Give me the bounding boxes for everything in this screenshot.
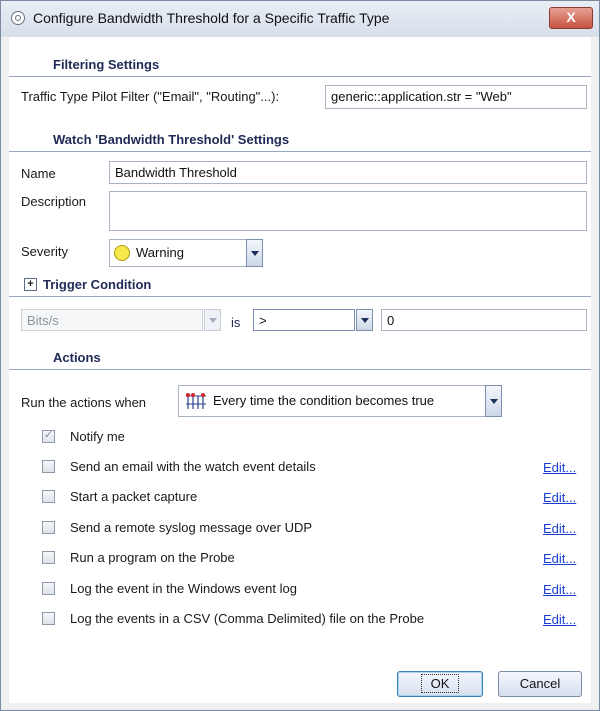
is-label: is [231,315,241,330]
watch-settings-title: Watch 'Bandwidth Threshold' Settings [53,132,290,147]
notify-me-label: Notify me [70,429,125,444]
expand-trigger-icon[interactable]: + [24,278,37,291]
name-label: Name [21,166,56,181]
cancel-button[interactable]: Cancel [498,671,582,697]
close-icon: X [566,9,576,25]
section-divider [9,296,591,297]
section-divider [9,76,591,77]
operator-dropdown-button[interactable] [356,309,373,331]
packet-capture-label: Start a packet capture [70,489,198,504]
syslog-edit-link[interactable]: Edit... [543,521,576,536]
csv-log-label: Log the events in a CSV (Comma Delimited… [70,611,425,626]
csv-log-edit-link[interactable]: Edit... [543,612,576,627]
operator-select[interactable]: > [253,309,355,331]
run-program-checkbox[interactable] [42,551,55,564]
title-bar[interactable]: Configure Bandwidth Threshold for a Spec… [1,1,599,37]
pilot-filter-label: Traffic Type Pilot Filter ("Email", "Rou… [21,89,280,104]
notify-me-checkbox[interactable] [42,428,55,443]
section-divider [9,369,591,370]
severity-select[interactable]: Warning [109,239,249,267]
dialog-window: Configure Bandwidth Threshold for a Spec… [0,0,600,711]
send-email-edit-link[interactable]: Edit... [543,460,576,475]
csv-log-checkbox[interactable] [42,612,55,625]
run-program-label: Run a program on the Probe [70,550,235,565]
severity-dropdown-button[interactable] [246,239,263,267]
windows-event-log-checkbox[interactable] [42,582,55,595]
section-divider [9,151,591,152]
run-actions-value: Every time the condition becomes true [213,393,435,408]
app-icon [11,11,25,25]
warning-icon [114,245,130,261]
run-program-edit-link[interactable]: Edit... [543,551,576,566]
filtering-settings-title: Filtering Settings [53,57,160,72]
threshold-value-input[interactable]: 0 [381,309,587,331]
actions-title: Actions [53,350,101,365]
name-input[interactable]: Bandwidth Threshold [109,161,587,184]
every-time-trigger-icon [186,393,206,409]
window-title: Configure Bandwidth Threshold for a Spec… [33,10,390,26]
send-email-label: Send an email with the watch event detai… [70,459,316,474]
packet-capture-checkbox[interactable] [42,490,55,503]
severity-value: Warning [136,245,184,260]
trigger-condition-title: Trigger Condition [43,277,152,292]
metric-select: Bits/s [21,309,203,331]
run-actions-select[interactable]: Every time the condition becomes true [178,385,486,417]
severity-label: Severity [21,244,68,259]
windows-event-log-label: Log the event in the Windows event log [70,581,297,596]
dialog-body: Filtering Settings Traffic Type Pilot Fi… [9,37,591,703]
description-input[interactable] [109,191,587,231]
send-email-checkbox[interactable] [42,460,55,473]
pilot-filter-input[interactable]: generic::application.str = "Web" [325,85,587,109]
run-actions-dropdown-button[interactable] [485,385,502,417]
windows-event-log-edit-link[interactable]: Edit... [543,582,576,597]
syslog-label: Send a remote syslog message over UDP [70,520,313,535]
run-actions-label: Run the actions when [21,395,147,410]
syslog-checkbox[interactable] [42,521,55,534]
packet-capture-edit-link[interactable]: Edit... [543,490,576,505]
close-button[interactable]: X [549,7,593,29]
metric-dropdown-button [204,309,221,331]
description-label: Description [21,194,87,209]
ok-button[interactable]: OK [397,671,483,697]
